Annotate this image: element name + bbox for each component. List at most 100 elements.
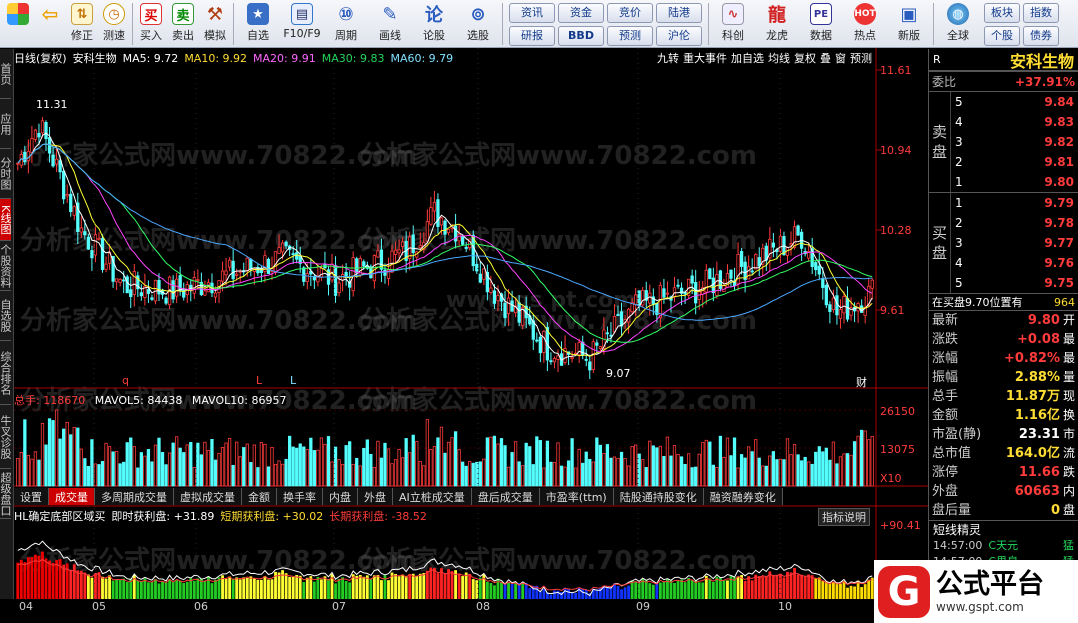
pe-icon: PE [810, 3, 832, 25]
shanghai-london-button[interactable]: 沪伦 [656, 26, 702, 46]
buy-book: 买 盘 1 9.79 2 9.78 3 9.77 4 9.76 5 9.75 [929, 192, 1078, 293]
stat-value: 11.87万 [1005, 389, 1060, 404]
event-marker[interactable]: L [256, 374, 262, 387]
buy-level-row[interactable]: 2 9.78 [951, 213, 1078, 233]
quote-stat-row: 总手 11.87万现 [929, 387, 1078, 406]
candle-body [556, 355, 560, 360]
sprite-row[interactable]: 14:57:00 C天元 猛 [929, 538, 1078, 554]
event-marker[interactable]: q [122, 374, 129, 387]
candle-body [337, 282, 341, 293]
global-button[interactable]: ◍ 全球 [936, 0, 980, 46]
dragon-tiger-button[interactable]: 龍 龙虎 [755, 0, 799, 46]
star-market-button[interactable]: ∿ 科创 [711, 0, 755, 46]
speedtest-button[interactable]: ◷ 测速 [98, 0, 130, 46]
volume-bar [828, 459, 832, 487]
weibi-value: +37.91% [1014, 74, 1075, 89]
hk-connect-button[interactable]: 陆港 [656, 3, 702, 23]
indicator-tab-1[interactable]: 成交量 [49, 488, 95, 505]
speedtest-label: 测速 [103, 29, 125, 42]
volume-bar [581, 462, 585, 487]
indicator-bar [228, 576, 232, 599]
candle-body [182, 288, 186, 298]
sector-button[interactable]: 板块 [984, 3, 1020, 23]
indicator-bar [662, 581, 666, 599]
indicator-bar [507, 582, 510, 599]
indicator-tab-0[interactable]: 设置 [14, 488, 49, 505]
funds-button[interactable]: 资金 [558, 3, 604, 23]
index-button[interactable]: 指数 [1023, 3, 1059, 23]
indicator-bar [157, 583, 161, 599]
volume-bar [344, 445, 348, 487]
indicator-tab-7[interactable]: 外盘 [358, 488, 393, 505]
volume-bar [298, 443, 302, 487]
stock-pick-button[interactable]: ⊚ 选股 [456, 0, 500, 46]
indicator-tab-8[interactable]: AI立桩成交量 [393, 488, 472, 505]
research-button[interactable]: 研报 [509, 26, 555, 46]
discuss-button[interactable]: 论 论股 [412, 0, 456, 46]
forecast-button[interactable]: 预测 [607, 26, 653, 46]
stat-extra-label: 跌 [1062, 465, 1075, 479]
buy-level-row[interactable]: 3 9.77 [951, 233, 1078, 253]
indicator-tab-3[interactable]: 虚拟成交量 [174, 488, 242, 505]
fix-button[interactable]: ⇅ 修正 [66, 0, 98, 46]
stock-button[interactable]: 个股 [984, 26, 1020, 46]
volume-bar [838, 456, 843, 487]
volume-bar [799, 460, 804, 487]
event-marker[interactable]: 财 [856, 374, 867, 390]
buy-level-row[interactable]: 5 9.75 [951, 273, 1078, 293]
data-button[interactable]: PE 数据 [799, 0, 843, 46]
buy-level-row[interactable]: 4 9.76 [951, 253, 1078, 273]
stat-value-group: 11.87万现 [1006, 387, 1075, 406]
candle-body [588, 361, 592, 371]
indicator-tab-2[interactable]: 多周期成交量 [95, 488, 174, 505]
volume-bar [609, 457, 613, 487]
buy-level-price: 9.79 [1044, 196, 1074, 210]
indicator-bar [139, 580, 143, 599]
candle-body [171, 280, 175, 300]
sell-level-row[interactable]: 3 9.82 [951, 132, 1078, 152]
draw-button[interactable]: ✎ 画线 [368, 0, 412, 46]
grid-menu-button[interactable] [2, 0, 34, 46]
indicator-bar [655, 582, 659, 599]
short-term-sprite-title[interactable]: 短线精灵 [929, 520, 1078, 538]
indicator-help-button[interactable]: 指标说明 [818, 508, 870, 526]
news-button[interactable]: 资讯 [509, 3, 555, 23]
bond-button[interactable]: 债券 [1023, 26, 1059, 46]
indicator-bar [245, 577, 249, 599]
sell-button[interactable]: 卖 卖出 [167, 0, 199, 46]
indicator-bar [387, 580, 390, 599]
new-version-button[interactable]: ▣ 新版 [887, 0, 931, 46]
buy-label: 买入 [140, 29, 162, 42]
simulate-button[interactable]: ⚒ 模拟 [199, 0, 231, 46]
buy-level-row[interactable]: 1 9.79 [951, 193, 1078, 213]
candle-body [44, 121, 48, 140]
indicator-tab-12[interactable]: 融资融券变化 [703, 488, 783, 505]
sell-level-row[interactable]: 2 9.81 [951, 152, 1078, 172]
indicator-tab-10[interactable]: 市盈率(ttm) [539, 488, 614, 505]
price-axis-label: 11.61 [880, 64, 912, 77]
indicator-tab-5[interactable]: 换手率 [277, 488, 323, 505]
f10-button[interactable]: ▤ F10/F9 [280, 0, 324, 46]
volume-bar [26, 454, 30, 487]
indicator-tab-11[interactable]: 陆股通持股变化 [613, 488, 704, 505]
sell-level-row[interactable]: 1 9.80 [951, 172, 1078, 192]
bbd-button[interactable]: BBD [558, 26, 604, 46]
back-button[interactable]: ⇦ [34, 0, 66, 46]
indicator-bar [722, 580, 726, 599]
volume-header: 总手: 118670 MAVOL5: 84438 MAVOL10: 86957 [14, 392, 286, 408]
sell-level-row[interactable]: 4 9.83 [951, 112, 1078, 132]
hotspot-button[interactable]: HOT 热点 [843, 0, 887, 46]
ma10-line [17, 143, 873, 357]
volume-bar [517, 461, 521, 487]
buy-button[interactable]: 买 买入 [135, 0, 167, 46]
indicator-tab-6[interactable]: 内盘 [323, 488, 358, 505]
indicator-tab-4[interactable]: 金额 [242, 488, 277, 505]
indicator-bar [150, 581, 154, 599]
period-button[interactable]: ⑩ 周期 [324, 0, 368, 46]
auction-button[interactable]: 竞价 [607, 3, 653, 23]
watchlist-button[interactable]: ★ 自选 [236, 0, 280, 46]
sell-level-row[interactable]: 5 9.84 [951, 92, 1078, 112]
stat-value: 9.80 [1027, 313, 1060, 328]
event-marker[interactable]: L [290, 374, 296, 387]
indicator-tab-9[interactable]: 盘后成交量 [471, 488, 540, 505]
